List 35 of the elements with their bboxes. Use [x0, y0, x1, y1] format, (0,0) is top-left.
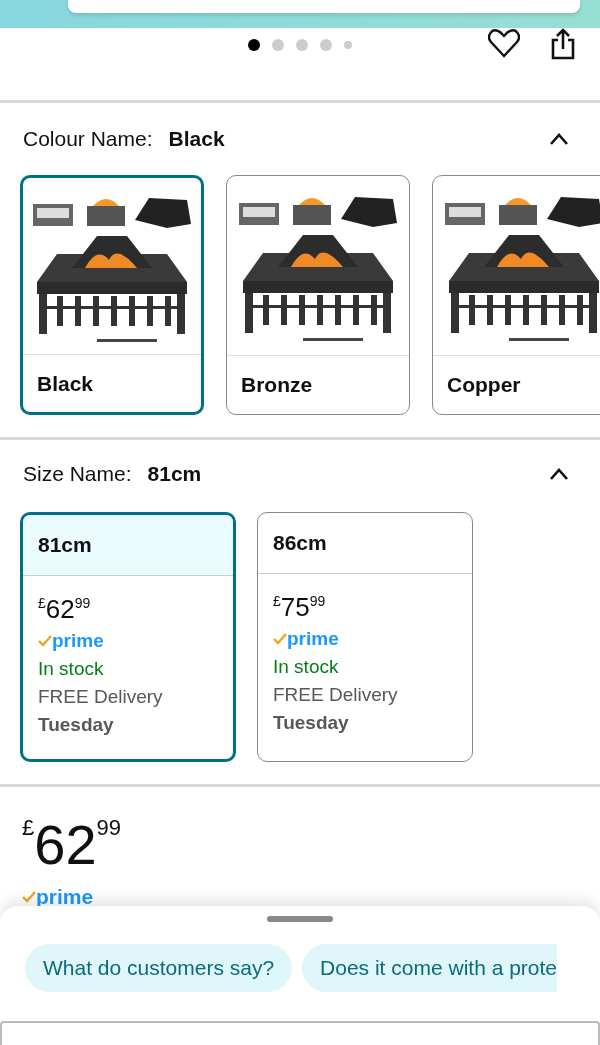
price: $^{£}$75$^{99}$ — [273, 592, 326, 622]
carousel-dot[interactable] — [248, 39, 260, 51]
delivery-text: FREE Delivery — [273, 684, 398, 706]
price: $^{£}$62$^{99}$ — [38, 594, 91, 624]
carousel-dot[interactable] — [296, 39, 308, 51]
delivery-day: Tuesday — [38, 714, 114, 736]
carousel-dot[interactable] — [272, 39, 284, 51]
caret-icon[interactable] — [548, 467, 570, 481]
prime-logo: prime — [22, 885, 94, 909]
delivery-day: Tuesday — [273, 712, 349, 734]
size-option-card[interactable]: 81cm $^{£}$62$^{99}$ prime In stock FREE Delivery Tuesday — [20, 512, 236, 762]
colour-option[interactable]: Black — [20, 175, 204, 415]
carousel-dot[interactable] — [320, 39, 332, 51]
caret-icon[interactable] — [548, 132, 570, 146]
size-option-card[interactable]: 86cm $^{£}$75$^{99}$ prime In stock FREE Delivery Tuesday — [257, 512, 473, 762]
size-label: Size Name: — [23, 462, 132, 486]
size-name: 86cm — [258, 513, 472, 574]
colour-option[interactable]: Copper — [432, 175, 600, 415]
price: $^{£}$62$^{99}$ — [22, 815, 122, 875]
share-icon[interactable] — [550, 28, 576, 60]
carousel-dot[interactable] — [344, 41, 352, 49]
colour-value: Black — [168, 127, 225, 151]
heart-icon[interactable] — [488, 28, 520, 58]
stock-status: In stock — [38, 658, 104, 680]
size-name: 81cm — [23, 515, 233, 576]
stock-status: In stock — [273, 656, 339, 678]
prime-logo: prime — [38, 630, 104, 652]
drag-handle[interactable] — [267, 916, 333, 922]
colour-label: Colour Name: — [23, 127, 153, 151]
size-value: 81cm — [147, 462, 202, 486]
colour-option[interactable]: Bronze — [226, 175, 410, 415]
suggestion-chip[interactable]: Does it come with a prote — [302, 944, 558, 992]
suggestion-chip[interactable]: What do customers say? — [25, 944, 293, 992]
prime-logo: prime — [273, 628, 339, 650]
delivery-text: FREE Delivery — [38, 686, 163, 708]
